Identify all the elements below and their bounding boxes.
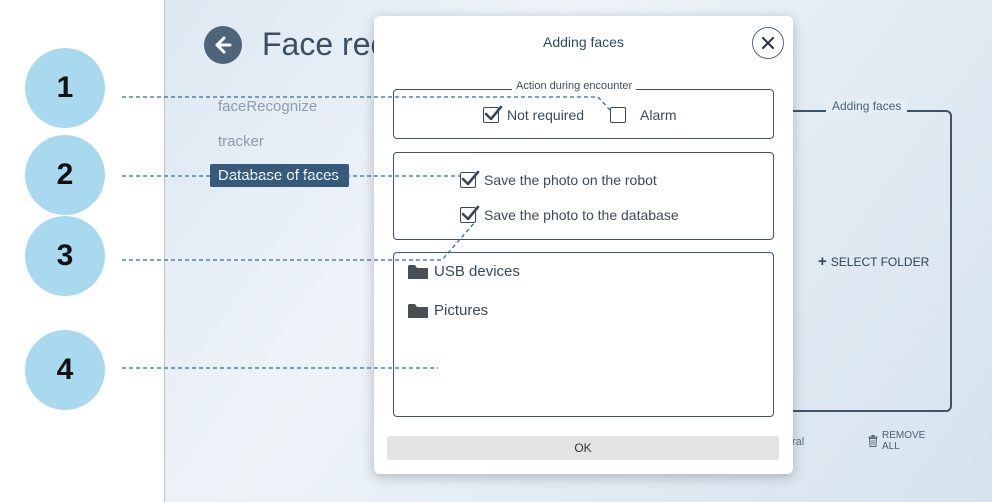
leader-line-1 [122,96,612,112]
screenshot-stage: Face rec faceRecognize tracker Database … [0,0,992,502]
annotation-badge-3: 3 [25,216,105,296]
annotation-leader-lines [122,96,612,369]
annotation-badge-4: 4 [25,330,105,410]
annotation-badge-2: 2 [25,135,105,215]
leader-line-3 [122,221,476,261]
annotation-badge-1: 1 [25,48,105,128]
